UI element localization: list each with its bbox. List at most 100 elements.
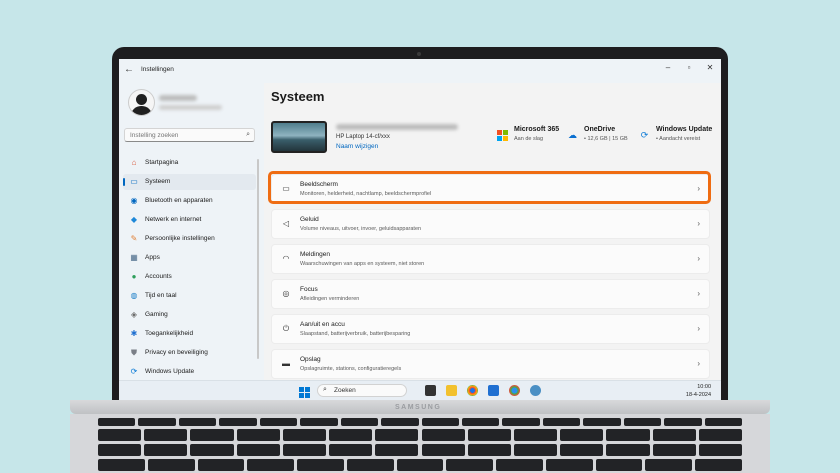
storage-icon: ▬ [282, 359, 290, 368]
clock-date: 18-4-2024 [685, 392, 711, 398]
back-arrow-icon[interactable]: ← [124, 64, 134, 75]
settings-gear-icon[interactable] [530, 385, 541, 396]
keyboard-key [236, 444, 280, 456]
card-subtitle: Waarschuwingen van apps en systeem, niet… [300, 261, 425, 267]
bluetooth-icon: ◉ [130, 196, 138, 205]
avatar [128, 89, 155, 116]
file-explorer-icon[interactable] [446, 385, 457, 396]
settings-card-focus[interactable]: ◎ Focus Afleidingen verminderen › [271, 279, 710, 309]
close-icon[interactable]: ✕ [703, 63, 717, 72]
keyboard-key [664, 418, 702, 426]
keyboard-key [645, 459, 693, 471]
chevron-right-icon: › [697, 359, 700, 368]
sidebar-item-label: Startpagina [145, 159, 179, 166]
card-subtitle: Afleidingen verminderen [300, 296, 360, 302]
taskbar-search[interactable]: ⌕ Zoeken [317, 384, 407, 397]
keyboard-key [513, 429, 558, 441]
sidebar-item-label: Accounts [145, 273, 172, 280]
sidebar-item-toegankelijkheid[interactable]: ✱ Toegankelijkheid [123, 326, 256, 342]
chrome-icon[interactable] [467, 385, 478, 396]
sidebar-item-privacy[interactable]: ⛊ Privacy en beveiliging [123, 345, 256, 361]
quick-info-title: Microsoft 365 [514, 126, 560, 133]
search-icon: ⌕ [246, 131, 250, 138]
sidebar-item-apps[interactable]: ▦ Apps [123, 250, 256, 266]
chevron-right-icon: › [697, 219, 700, 228]
keyboard-key [652, 444, 696, 456]
sidebar-item-label: Netwerk en internet [145, 216, 202, 223]
laptop-brand: SAMSUNG [395, 404, 442, 411]
apps-icon: ▦ [130, 253, 138, 262]
sidebar-item-bluetooth[interactable]: ◉ Bluetooth en apparaten [123, 193, 256, 209]
sidebar-item-label: Bluetooth en apparaten [145, 197, 213, 204]
sidebar-item-systeem[interactable]: ▭ Systeem [123, 174, 256, 190]
windows-start-icon[interactable] [299, 385, 310, 398]
sidebar-item-accounts[interactable]: ● Accounts [123, 269, 256, 285]
keyboard-key [595, 459, 643, 471]
keyboard-key [144, 444, 188, 456]
accessibility-icon: ✱ [130, 329, 138, 338]
keyboard-key [340, 418, 379, 426]
wifi-icon: ◆ [130, 215, 138, 224]
maximize-icon[interactable]: ▫ [682, 63, 696, 72]
system-clock[interactable]: 10:00 18-4-2024 [686, 383, 711, 399]
card-title: Geluid [300, 216, 319, 223]
settings-card-geluid[interactable]: ◁ Geluid Volume niveaus, uitvoer, invoer… [271, 209, 710, 239]
edge-icon[interactable] [509, 385, 520, 396]
settings-card-aan-uit[interactable]: ⏻ Aan/uit en accu Slaapstand, batterijve… [271, 314, 710, 344]
keyboard-key [421, 418, 459, 426]
keyboard-key [300, 418, 338, 426]
sidebar-item-label: Gaming [145, 311, 168, 318]
active-indicator [123, 178, 125, 186]
sidebar-scrollbar[interactable] [257, 159, 259, 359]
outlook-icon[interactable] [488, 385, 499, 396]
accounts-icon: ● [131, 272, 137, 281]
settings-search[interactable]: ⌕ [124, 128, 255, 142]
keyboard-key [259, 418, 298, 426]
system-icon: ▭ [130, 177, 138, 186]
sidebar-item-label: Apps [145, 254, 160, 261]
webcam [417, 52, 421, 56]
search-input[interactable] [130, 130, 240, 141]
keyboard-key [396, 459, 444, 471]
keyboard-key [346, 459, 394, 471]
keyboard-key [606, 429, 650, 441]
brush-icon: ✎ [130, 234, 138, 243]
keyboard-key [652, 429, 696, 441]
quick-info-onedrive[interactable]: ☁ OneDrive • 12,6 GB | 15 GB [567, 126, 633, 146]
sidebar-item-tijd-en-taal[interactable]: ◍ Tijd en taal [123, 288, 256, 304]
minimize-icon[interactable]: – [661, 63, 675, 72]
sidebar-item-windows-update[interactable]: ⟳ Windows Update [123, 364, 256, 380]
quick-info-windows-update[interactable]: ⟳ Windows Update • Aandacht vereist [639, 126, 713, 146]
sidebar-item-label: Tijd en taal [145, 292, 177, 299]
shield-icon: ⛊ [131, 348, 137, 357]
keyboard-key [467, 429, 511, 441]
keyboard-key [247, 459, 295, 471]
page-title: Systeem [271, 89, 325, 104]
chevron-right-icon: › [697, 289, 700, 298]
sidebar-item-label: Privacy en beveiliging [145, 349, 208, 356]
quick-info-title: OneDrive [584, 126, 616, 133]
task-view-icon[interactable] [425, 385, 436, 396]
sidebar-item-persoonlijk[interactable]: ✎ Persoonlijke instellingen [123, 231, 256, 247]
sidebar-item-startpagina[interactable]: ⌂ Startpagina [123, 155, 256, 171]
settings-card-meldingen[interactable]: ◠ Meldingen Waarschuwingen van apps en s… [271, 244, 710, 274]
quick-info-subtitle: • 12,6 GB | 15 GB [584, 136, 628, 142]
keyboard-key [236, 429, 280, 441]
speaker-icon: ◁ [282, 219, 290, 228]
taskbar: ⌕ Zoeken 10:00 18-4-2024 [119, 380, 721, 400]
search-icon: ⌕ [323, 386, 327, 393]
sidebar-item-gaming[interactable]: ◈ Gaming [123, 307, 256, 323]
device-model: HP Laptop 14-cf/xxx [336, 134, 390, 140]
settings-card-opslag[interactable]: ▬ Opslag Opslagruimte, stations, configu… [271, 349, 710, 379]
rename-link[interactable]: Naam wijzigen [336, 143, 378, 150]
chevron-right-icon: › [697, 254, 700, 263]
gamepad-icon: ◈ [130, 310, 138, 319]
clock-time: 10:00 [697, 384, 711, 390]
quick-info-microsoft-365[interactable]: Microsoft 365 Aan de slag [497, 126, 559, 146]
sidebar-item-netwerk[interactable]: ◆ Netwerk en internet [123, 212, 256, 228]
card-title: Opslag [300, 356, 321, 363]
keyboard [98, 418, 742, 473]
keyboard-key [329, 444, 373, 456]
keyboard-key [375, 444, 419, 456]
keyboard-key [606, 444, 650, 456]
